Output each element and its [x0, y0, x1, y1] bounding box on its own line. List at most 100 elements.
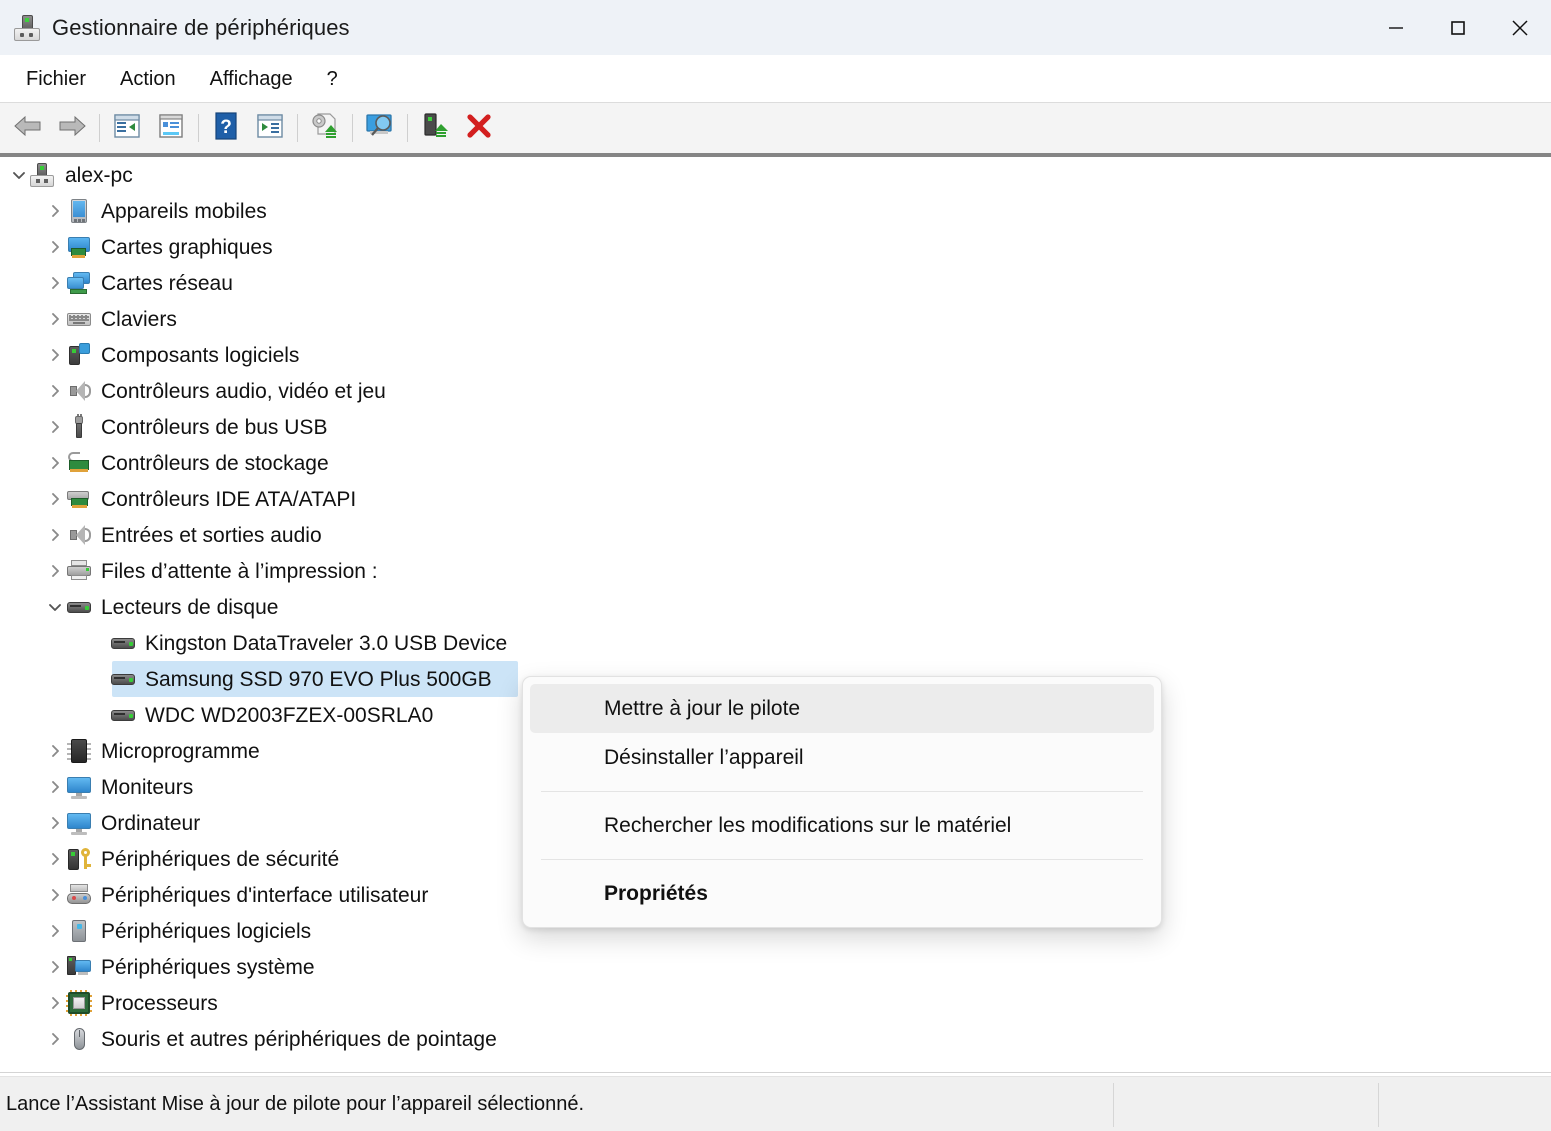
- context-menu-item-properties[interactable]: Propriétés: [530, 869, 1154, 918]
- disk-drive-icon: [110, 702, 136, 728]
- title-bar: Gestionnaire de périphériques: [0, 0, 1551, 55]
- chevron-right-icon[interactable]: [44, 229, 66, 265]
- show-hide-action-pane-button[interactable]: [248, 108, 292, 148]
- back-button[interactable]: [6, 108, 50, 148]
- tree-item-label: Claviers: [101, 307, 177, 331]
- tree-item-controleurs-ide-ata-atapi[interactable]: Contrôleurs IDE ATA/ATAPI: [0, 481, 1551, 517]
- tree-item-souris-peripheriques-pointage[interactable]: Souris et autres périphériques de pointa…: [0, 1021, 1551, 1057]
- tree-item-label: Microprogramme: [101, 739, 260, 763]
- context-menu-item-uninstall-device[interactable]: Désinstaller l’appareil: [530, 733, 1154, 782]
- properties-button[interactable]: [149, 108, 193, 148]
- context-menu-separator: [541, 859, 1143, 860]
- tree-item-entrees-sorties-audio[interactable]: Entrées et sorties audio: [0, 517, 1551, 553]
- action-pane-icon: [256, 113, 284, 144]
- chevron-right-icon[interactable]: [44, 481, 66, 517]
- chevron-right-icon[interactable]: [44, 301, 66, 337]
- chevron-right-icon[interactable]: [44, 409, 66, 445]
- tree-item-label: Cartes réseau: [101, 271, 233, 295]
- tree-item-appareils-mobiles[interactable]: Appareils mobiles: [0, 193, 1551, 229]
- speaker-icon: [66, 378, 92, 404]
- tree-item-peripheriques-systeme[interactable]: Périphériques système: [0, 949, 1551, 985]
- show-hide-console-tree-button[interactable]: [105, 108, 149, 148]
- processor-icon: [66, 990, 92, 1016]
- chevron-right-icon[interactable]: [44, 841, 66, 877]
- software-device-icon: [66, 918, 92, 944]
- uninstall-device-button[interactable]: [457, 108, 501, 148]
- context-menu[interactable]: Mettre à jour le pilote Désinstaller l’a…: [522, 676, 1162, 928]
- disk-drive-icon: [110, 666, 136, 692]
- chevron-right-icon[interactable]: [44, 1021, 66, 1057]
- tree-item-controleurs-stockage[interactable]: Contrôleurs de stockage: [0, 445, 1551, 481]
- tree-item-label: Composants logiciels: [101, 343, 300, 367]
- tree-item-label: Contrôleurs audio, vidéo et jeu: [101, 379, 386, 403]
- tree-item-label: Kingston DataTraveler 3.0 USB Device: [145, 631, 508, 655]
- chevron-right-icon[interactable]: [44, 553, 66, 589]
- tree-item-processeurs[interactable]: Processeurs: [0, 985, 1551, 1021]
- toolbar-separator: [198, 114, 199, 142]
- security-device-icon: [66, 846, 92, 872]
- help-button[interactable]: ?: [204, 108, 248, 148]
- context-menu-item-update-driver[interactable]: Mettre à jour le pilote: [530, 684, 1154, 733]
- context-menu-item-scan-hardware-changes[interactable]: Rechercher les modifications sur le maté…: [530, 801, 1154, 850]
- tree-item-cartes-reseau[interactable]: Cartes réseau: [0, 265, 1551, 301]
- status-divider-1: [1113, 1083, 1114, 1127]
- tree-item-claviers[interactable]: Claviers: [0, 301, 1551, 337]
- close-button[interactable]: [1489, 0, 1551, 55]
- tree-item-label: Files d’attente à l’impression :: [101, 559, 378, 583]
- tree-item-lecteurs-de-disque[interactable]: Lecteurs de disque: [0, 589, 1551, 625]
- tree-item-composants-logiciels[interactable]: Composants logiciels: [0, 337, 1551, 373]
- tree-item-files-attente-impression[interactable]: Files d’attente à l’impression :: [0, 553, 1551, 589]
- tree-item-label: Contrôleurs de bus USB: [101, 415, 328, 439]
- update-driver-icon: [310, 112, 340, 145]
- chevron-right-icon[interactable]: [44, 877, 66, 913]
- chevron-right-icon[interactable]: [44, 913, 66, 949]
- monitor-icon: [66, 774, 92, 800]
- chevron-right-icon[interactable]: [44, 517, 66, 553]
- update-driver-button[interactable]: [303, 108, 347, 148]
- chevron-right-icon[interactable]: [44, 733, 66, 769]
- scan-hardware-changes-button[interactable]: [358, 108, 402, 148]
- chevron-right-icon[interactable]: [44, 805, 66, 841]
- tree-item-label: Entrées et sorties audio: [101, 523, 322, 547]
- enable-device-button[interactable]: [413, 108, 457, 148]
- tree-item-controleurs-audio-video-jeu[interactable]: Contrôleurs audio, vidéo et jeu: [0, 373, 1551, 409]
- chevron-right-icon[interactable]: [44, 985, 66, 1021]
- menu-help[interactable]: ?: [313, 64, 352, 95]
- chevron-right-icon[interactable]: [44, 193, 66, 229]
- chevron-down-icon[interactable]: [44, 589, 66, 625]
- status-divider-2: [1378, 1083, 1379, 1127]
- toolbar-separator: [352, 114, 353, 142]
- tree-item-controleurs-bus-usb[interactable]: Contrôleurs de bus USB: [0, 409, 1551, 445]
- toolbar-separator: [99, 114, 100, 142]
- maximize-button[interactable]: [1427, 0, 1489, 55]
- forward-button[interactable]: [50, 108, 94, 148]
- tree-item-label: Lecteurs de disque: [101, 595, 279, 619]
- toolbar-separator: [297, 114, 298, 142]
- tree-item-alex-pc[interactable]: alex-pc: [0, 157, 1551, 193]
- chevron-right-icon[interactable]: [44, 265, 66, 301]
- minimize-button[interactable]: [1365, 0, 1427, 55]
- chevron-right-icon[interactable]: [44, 949, 66, 985]
- status-bar: Lance l’Assistant Mise à jour de pilote …: [0, 1076, 1551, 1131]
- status-message: Lance l’Assistant Mise à jour de pilote …: [6, 1092, 585, 1115]
- chevron-right-icon[interactable]: [44, 373, 66, 409]
- menu-bar: Fichier Action Affichage ?: [0, 55, 1551, 103]
- device-tree[interactable]: alex-pc Appareils mobiles Cartes graphiq…: [0, 157, 1551, 1072]
- window-controls: [1365, 0, 1551, 55]
- chevron-right-icon[interactable]: [44, 337, 66, 373]
- software-component-icon: [66, 342, 92, 368]
- toolbar-separator: [407, 114, 408, 142]
- tree-item-cartes-graphiques[interactable]: Cartes graphiques: [0, 229, 1551, 265]
- tree-item-kingston-datatraveler[interactable]: Kingston DataTraveler 3.0 USB Device: [0, 625, 1551, 661]
- chevron-right-icon[interactable]: [44, 445, 66, 481]
- menu-affichage[interactable]: Affichage: [196, 64, 307, 95]
- menu-fichier[interactable]: Fichier: [12, 64, 100, 95]
- enable-device-icon: [421, 112, 449, 145]
- speaker-icon: [66, 522, 92, 548]
- tree-item-label: Samsung SSD 970 EVO Plus 500GB: [145, 667, 492, 691]
- chevron-right-icon[interactable]: [44, 769, 66, 805]
- printer-icon: [66, 558, 92, 584]
- chevron-down-icon[interactable]: [8, 157, 30, 193]
- tree-item-label: Cartes graphiques: [101, 235, 273, 259]
- menu-action[interactable]: Action: [106, 64, 190, 95]
